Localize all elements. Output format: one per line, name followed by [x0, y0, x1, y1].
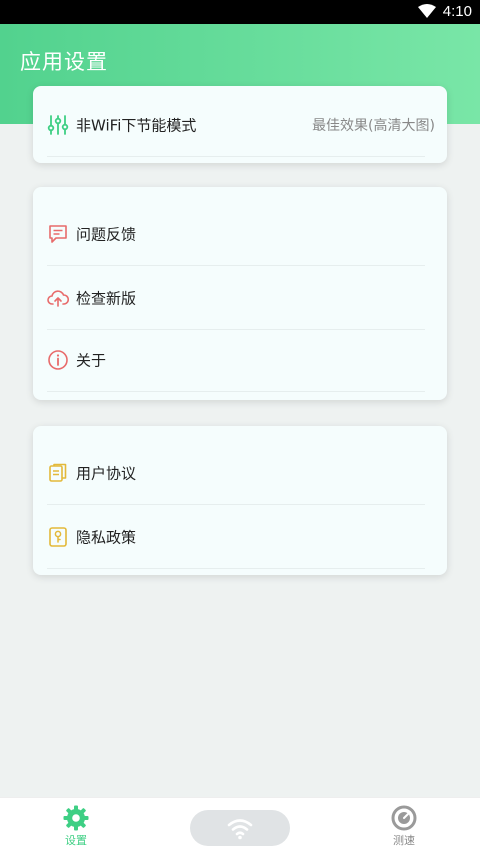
- feedback-icon: [49, 224, 67, 243]
- gear-icon: [63, 805, 89, 831]
- bottom-nav: 设置 测速: [0, 797, 480, 855]
- feedback-label: 问题反馈: [76, 225, 137, 243]
- equalizer-icon: [47, 114, 69, 135]
- row-about[interactable]: 关于: [47, 328, 425, 392]
- check-update-label: 检查新版: [76, 289, 137, 307]
- support-card: 问题反馈 检查新版 关于: [33, 187, 447, 400]
- data-saving-card: 非WiFi下节能模式 最佳效果(高清大图): [33, 86, 447, 163]
- nav-speed-test[interactable]: 测速: [374, 804, 434, 848]
- legal-card: 用户协议 隐私政策: [33, 426, 447, 575]
- row-data-saving-mode[interactable]: 非WiFi下节能模式 最佳效果(高清大图): [47, 93, 435, 157]
- cloud-upload-icon: [47, 289, 69, 307]
- data-saving-label: 非WiFi下节能模式: [76, 116, 197, 134]
- speedometer-icon: [391, 805, 417, 831]
- wifi-icon: [227, 819, 253, 840]
- document-icon: [49, 463, 67, 482]
- nav-speed-label: 测速: [393, 834, 415, 847]
- row-feedback[interactable]: 问题反馈: [47, 202, 425, 266]
- user-agreement-label: 用户协议: [76, 464, 137, 482]
- nav-settings[interactable]: 设置: [46, 804, 106, 848]
- status-bar: 4:10: [0, 0, 480, 24]
- privacy-policy-label: 隐私政策: [76, 528, 137, 546]
- row-check-update[interactable]: 检查新版: [47, 266, 425, 330]
- row-privacy-policy[interactable]: 隐私政策: [47, 505, 425, 569]
- data-saving-value[interactable]: 最佳效果(高清大图): [312, 115, 435, 135]
- info-icon: [48, 349, 68, 370]
- row-user-agreement[interactable]: 用户协议: [47, 441, 425, 505]
- wifi-speed-button[interactable]: [190, 810, 290, 846]
- nav-settings-label: 设置: [65, 834, 87, 847]
- about-label: 关于: [76, 351, 107, 369]
- wifi-signal-icon: [418, 4, 436, 18]
- status-time: 4:10: [442, 3, 472, 20]
- privacy-key-icon: [49, 526, 67, 547]
- page-title: 应用设置: [20, 50, 108, 74]
